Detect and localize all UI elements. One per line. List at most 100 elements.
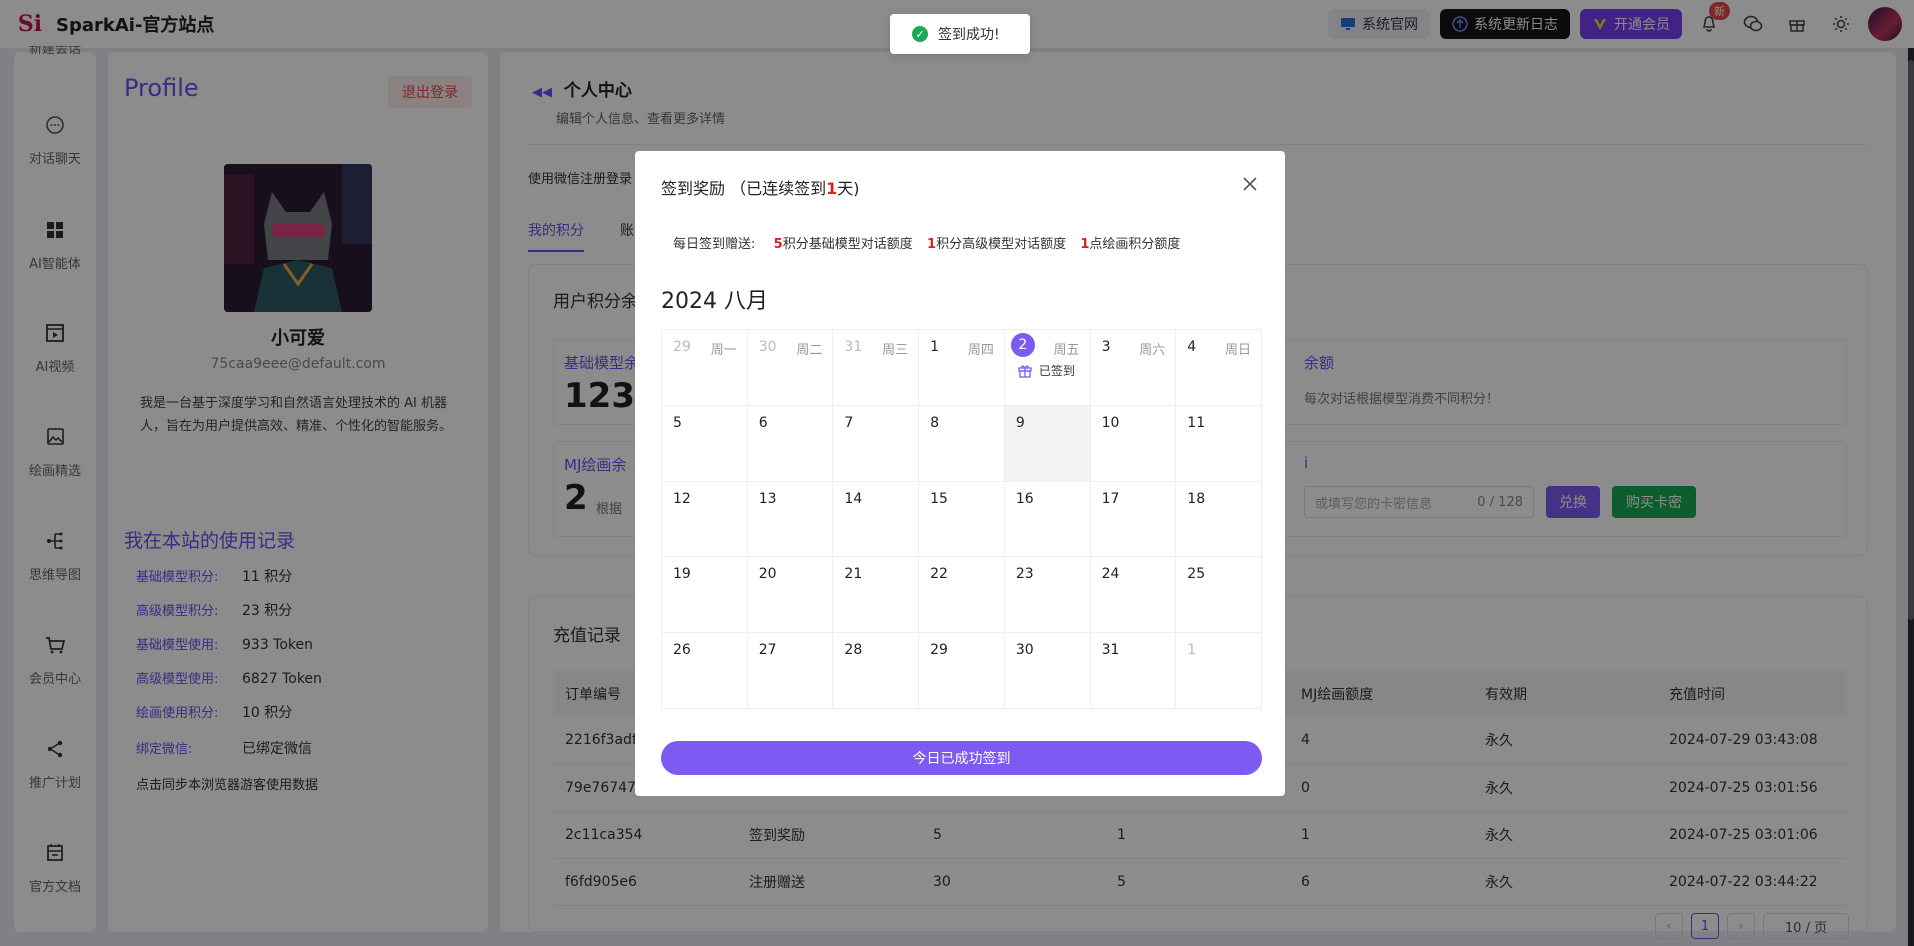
- modal-title-prefix: 签到奖励 （已连续签到: [661, 179, 827, 198]
- calendar-day[interactable]: 9: [1004, 405, 1091, 482]
- day-number: 26: [673, 642, 691, 659]
- day-number: 13: [758, 490, 777, 507]
- reward-basic-text: 积分基础模型对话额度: [782, 237, 913, 252]
- calendar-day[interactable]: 12: [662, 481, 748, 558]
- daily-reward-line: 每日签到赠送: 5积分基础模型对话额度 1积分高级模型对话额度 1点绘画积分额度: [673, 233, 1180, 252]
- day-number: 24: [1101, 566, 1120, 583]
- calendar-day[interactable]: 6: [747, 405, 834, 482]
- day-number: 3: [1101, 339, 1111, 355]
- calendar-day[interactable]: 4 周日: [1176, 330, 1262, 406]
- weekday-label: 周日: [1224, 343, 1251, 358]
- close-button[interactable]: [1239, 173, 1261, 195]
- checkin-modal: 签到奖励 （已连续签到1天) 每日签到赠送: 5积分基础模型对话额度 1积分高级…: [635, 151, 1285, 796]
- day-number: 21: [844, 566, 863, 583]
- day-number: 9: [1015, 414, 1025, 431]
- checkin-button[interactable]: 今日已成功签到: [661, 741, 1262, 775]
- day-number: 23: [1015, 566, 1034, 583]
- calendar-grid: 29 周一 30 周二 31 周三 1 周四 2 周五 已签到 3 周六 4 周日 5 6 7 8 9 10 11 12 13…: [661, 329, 1262, 709]
- close-icon: [1243, 177, 1257, 191]
- day-number: 12: [673, 490, 691, 507]
- signed-marker: 已签到: [1017, 362, 1075, 379]
- calendar-day[interactable]: 29 周一: [662, 330, 748, 406]
- day-number: 22: [930, 566, 948, 583]
- day-number: 2: [1010, 333, 1035, 357]
- day-number: 14: [844, 490, 863, 507]
- calendar-day[interactable]: 11: [1176, 405, 1262, 482]
- day-number: 18: [1187, 490, 1206, 507]
- calendar-day[interactable]: 30: [1004, 633, 1091, 709]
- day-number: 7: [844, 414, 854, 431]
- calendar-day[interactable]: 1: [1176, 633, 1262, 709]
- calendar-day[interactable]: 3 周六: [1090, 330, 1177, 406]
- reward-basic-amount: 5: [773, 237, 783, 252]
- weekday-label: 周三: [882, 343, 909, 358]
- calendar-day[interactable]: 21: [833, 557, 920, 634]
- calendar-day[interactable]: 31 周三: [833, 330, 920, 406]
- day-number: 29: [930, 642, 948, 659]
- modal-title-suffix: 天): [837, 179, 860, 198]
- day-number: 25: [1187, 566, 1206, 583]
- calendar-day[interactable]: 1 周四: [919, 330, 1005, 406]
- day-number: 10: [1101, 414, 1120, 431]
- day-number: 6: [758, 414, 768, 431]
- day-number: 5: [673, 414, 682, 431]
- day-number: 19: [673, 566, 691, 583]
- day-number: 11: [1187, 414, 1206, 431]
- calendar-day[interactable]: 15: [919, 481, 1005, 558]
- day-number: 1: [930, 339, 940, 355]
- weekday-label: 周二: [796, 343, 823, 358]
- day-number: 17: [1101, 490, 1120, 507]
- reward-draw-text: 点绘画积分额度: [1089, 237, 1181, 252]
- reward-advanced-amount: 1: [927, 237, 937, 252]
- day-number: 30: [758, 339, 777, 355]
- calendar-day[interactable]: 2 周五已签到: [1004, 330, 1091, 406]
- modal-title: 签到奖励 （已连续签到1天): [661, 175, 859, 199]
- calendar-day[interactable]: 14: [833, 481, 920, 558]
- calendar-day[interactable]: 27: [747, 633, 834, 709]
- day-number: 4: [1187, 339, 1197, 355]
- calendar-day[interactable]: 17: [1090, 481, 1177, 558]
- reward-advanced-text: 积分高级模型对话额度: [936, 237, 1067, 252]
- weekday-label: 周六: [1139, 343, 1166, 358]
- calendar-day[interactable]: 19: [662, 557, 748, 634]
- streak-days: 1: [826, 179, 838, 198]
- day-number: 31: [1101, 642, 1120, 659]
- calendar-day[interactable]: 16: [1004, 481, 1091, 558]
- calendar-day[interactable]: 22: [919, 557, 1005, 634]
- day-number: 8: [930, 414, 940, 431]
- calendar-day[interactable]: 20: [747, 557, 834, 634]
- weekday-label: 周一: [710, 343, 737, 358]
- signed-label: 已签到: [1038, 364, 1075, 378]
- day-number: 29: [673, 339, 691, 355]
- calendar-day[interactable]: 23: [1004, 557, 1091, 634]
- calendar-day[interactable]: 13: [747, 481, 834, 558]
- calendar-day[interactable]: 26: [662, 633, 748, 709]
- calendar-day[interactable]: 25: [1176, 557, 1262, 634]
- calendar-day[interactable]: 18: [1176, 481, 1262, 558]
- day-number: 27: [758, 642, 777, 659]
- toast-text: 签到成功!: [938, 27, 1000, 43]
- day-number: 28: [844, 642, 863, 659]
- success-toast: ✓ 签到成功!: [890, 14, 1030, 54]
- weekday-label: 周五: [1053, 343, 1080, 358]
- day-number: 16: [1015, 490, 1034, 507]
- weekday-label: 周四: [967, 343, 994, 358]
- calendar-day[interactable]: 8: [919, 405, 1005, 482]
- reward-prefix: 每日签到赠送:: [673, 237, 756, 252]
- calendar-day[interactable]: 31: [1090, 633, 1177, 709]
- gift-icon: [1018, 365, 1032, 378]
- day-number: 31: [844, 339, 863, 355]
- calendar-day[interactable]: 28: [833, 633, 920, 709]
- check-circle-icon: ✓: [912, 26, 928, 42]
- day-number: 1: [1187, 642, 1197, 659]
- calendar-day[interactable]: 29: [919, 633, 1005, 709]
- calendar-day[interactable]: 24: [1090, 557, 1177, 634]
- calendar-day[interactable]: 5: [662, 405, 748, 482]
- calendar-day[interactable]: 30 周二: [747, 330, 834, 406]
- day-number: 20: [758, 566, 777, 583]
- calendar-day[interactable]: 10: [1090, 405, 1177, 482]
- day-number: 30: [1015, 642, 1034, 659]
- calendar-title: 2024 八月: [661, 289, 768, 314]
- day-number: 15: [930, 490, 948, 507]
- calendar-day[interactable]: 7: [833, 405, 920, 482]
